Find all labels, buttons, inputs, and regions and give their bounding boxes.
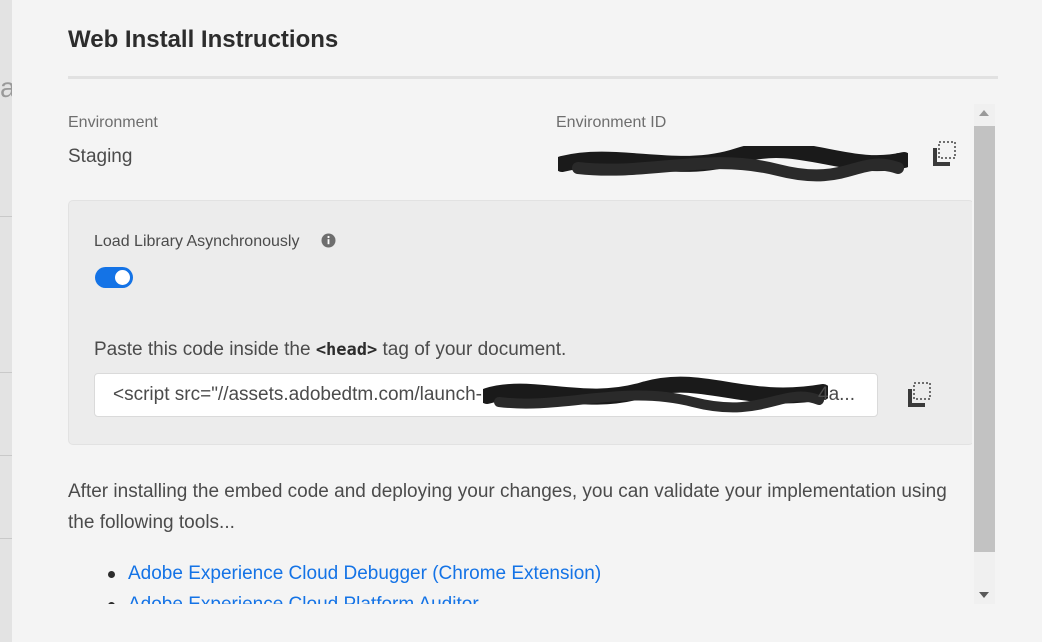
paste-suffix-text: tag of your document. bbox=[377, 339, 567, 360]
environment-id-redaction bbox=[558, 146, 908, 182]
load-async-toggle[interactable] bbox=[95, 267, 133, 288]
background-divider bbox=[0, 216, 12, 217]
background-divider bbox=[0, 455, 12, 456]
copy-embed-code-button[interactable] bbox=[905, 381, 933, 409]
embed-code-redaction bbox=[483, 376, 828, 413]
vertical-scrollbar[interactable] bbox=[974, 104, 995, 604]
load-async-label: Load Library Asynchronously bbox=[94, 233, 300, 250]
environment-label: Environment bbox=[68, 114, 158, 131]
embed-code-prefix: <script src="//assets.adobedtm.com/launc… bbox=[113, 384, 482, 405]
validation-tools-list: Adobe Experience Cloud Debugger (Chrome … bbox=[68, 558, 972, 604]
dialog-content: Environment Staging Environment ID a Loa… bbox=[68, 104, 972, 604]
embed-code-panel: Load Library Asynchronously Paste this c… bbox=[68, 200, 972, 445]
dialog-title: Web Install Instructions bbox=[68, 26, 339, 53]
paste-instructions: Paste this code inside the <head> tag of… bbox=[94, 339, 566, 361]
validation-description: After installing the embed code and depl… bbox=[68, 481, 947, 533]
head-tag-code: <head> bbox=[315, 340, 378, 360]
paste-prefix-text: Paste this code inside the bbox=[94, 339, 316, 360]
copy-icon bbox=[908, 382, 931, 407]
bullet bbox=[108, 571, 115, 578]
embed-code-suffix: 4a... bbox=[818, 384, 855, 405]
title-divider bbox=[68, 76, 998, 79]
bullet bbox=[108, 602, 115, 604]
list-item: Adobe Experience Cloud Platform Auditor bbox=[68, 589, 972, 604]
copy-environment-id-button[interactable] bbox=[930, 140, 958, 168]
background-divider bbox=[0, 538, 12, 539]
platform-auditor-link[interactable]: Adobe Experience Cloud Platform Auditor bbox=[128, 594, 479, 604]
list-item: Adobe Experience Cloud Debugger (Chrome … bbox=[68, 558, 972, 589]
debugger-link[interactable]: Adobe Experience Cloud Debugger (Chrome … bbox=[128, 563, 601, 584]
environment-id-label: Environment ID bbox=[556, 114, 667, 131]
info-icon[interactable] bbox=[321, 233, 336, 248]
scrollbar-thumb[interactable] bbox=[974, 126, 995, 552]
scroll-up-arrow-icon[interactable] bbox=[979, 110, 989, 116]
scroll-down-arrow-icon[interactable] bbox=[979, 592, 989, 598]
toggle-knob bbox=[115, 270, 130, 285]
environment-value: Staging bbox=[68, 146, 133, 167]
background-divider bbox=[0, 372, 12, 373]
embed-code-field[interactable]: <script src="//assets.adobedtm.com/launc… bbox=[94, 373, 878, 417]
copy-icon bbox=[933, 141, 956, 166]
web-install-dialog: Web Install Instructions Environment Sta… bbox=[12, 0, 1042, 642]
